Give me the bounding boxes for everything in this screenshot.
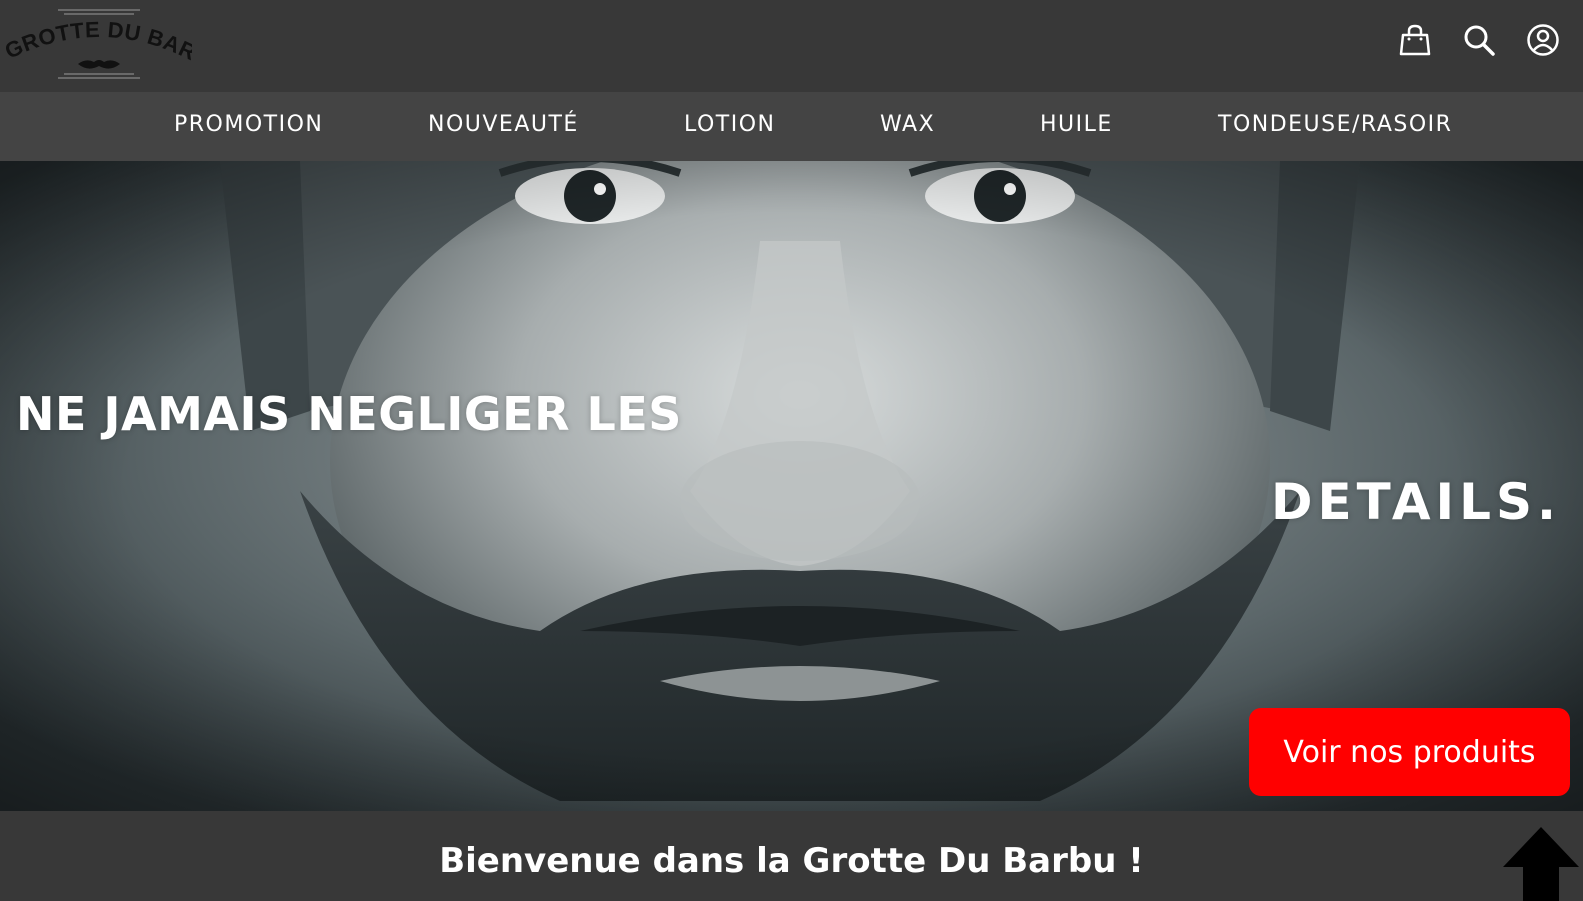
account-icon (1527, 24, 1559, 56)
site-header: LA GROTTE DU BARBU (0, 0, 1583, 92)
svg-text:LA GROTTE DU BARBU: LA GROTTE DU BARBU (6, 6, 192, 65)
nav-item-lotion[interactable]: LOTION (684, 112, 776, 137)
scroll-to-top-icon[interactable] (1499, 823, 1583, 901)
cart-button[interactable] (1397, 22, 1433, 58)
nav-item-nouveaute[interactable]: NOUVEAUTÉ (428, 112, 579, 137)
view-products-button[interactable]: Voir nos produits (1249, 708, 1570, 796)
welcome-section: Bienvenue dans la Grotte Du Barbu ! (0, 811, 1583, 901)
shopping-bag-icon (1399, 24, 1431, 56)
hero-headline-right: DETAILS. (1270, 473, 1561, 531)
brand-logo[interactable]: LA GROTTE DU BARBU (6, 6, 192, 82)
account-button[interactable] (1525, 22, 1561, 58)
nav-item-huile[interactable]: HUILE (1040, 112, 1113, 137)
nav-item-tondeuse-rasoir[interactable]: TONDEUSE/RASOIR (1218, 112, 1452, 137)
search-icon (1464, 25, 1495, 56)
main-nav: PROMOTION NOUVEAUTÉ LOTION WAX HUILE TON… (0, 92, 1583, 161)
welcome-title: Bienvenue dans la Grotte Du Barbu ! (439, 841, 1144, 881)
hero-banner: NE JAMAIS NEGLIGER LES DETAILS. Voir nos… (0, 161, 1583, 811)
search-button[interactable] (1461, 22, 1497, 58)
header-actions (1397, 22, 1561, 58)
nav-item-promotion[interactable]: PROMOTION (174, 112, 323, 137)
nav-item-wax[interactable]: WAX (880, 112, 935, 137)
hero-headline-left: NE JAMAIS NEGLIGER LES (16, 387, 682, 441)
